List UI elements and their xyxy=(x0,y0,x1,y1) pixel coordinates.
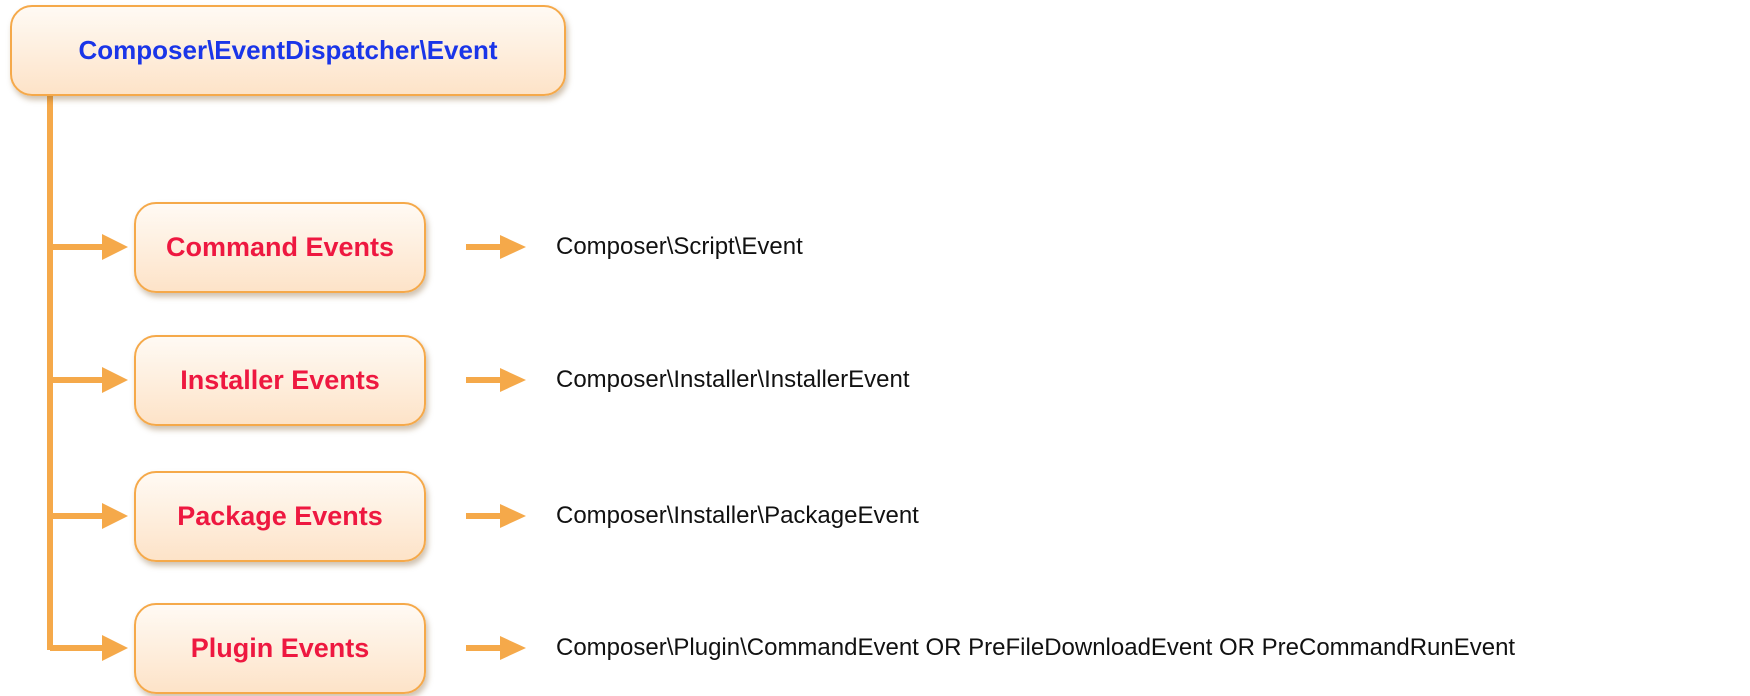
root-class-box: Composer\EventDispatcher\Event xyxy=(10,5,566,96)
category-box-package: Package Events xyxy=(134,471,426,562)
class-arrow-plugin xyxy=(466,636,526,660)
event-class-installer: Composer\Installer\InstallerEvent xyxy=(556,366,910,393)
class-arrow-installer xyxy=(466,368,526,392)
event-class-package: Composer\Installer\PackageEvent xyxy=(556,502,919,529)
category-label-command: Command Events xyxy=(165,232,395,262)
class-arrow-command xyxy=(466,235,526,259)
branch-arrow-installer xyxy=(50,367,128,393)
event-class-plugin: Composer\Plugin\CommandEvent OR PreFileD… xyxy=(556,634,1516,661)
event-class-command: Composer\Script\Event xyxy=(556,233,803,260)
category-box-command: Command Events xyxy=(134,202,426,293)
category-label-plugin: Plugin Events xyxy=(190,633,370,663)
category-label-installer: Installer Events xyxy=(180,365,380,395)
branch-arrow-command xyxy=(50,234,128,260)
category-box-plugin: Plugin Events xyxy=(134,603,426,694)
category-box-installer: Installer Events xyxy=(134,335,426,426)
class-arrow-package xyxy=(466,504,526,528)
root-class-label: Composer\EventDispatcher\Event xyxy=(78,35,498,65)
branch-arrow-plugin xyxy=(50,635,128,661)
branch-arrow-package xyxy=(50,503,128,529)
category-label-package: Package Events xyxy=(177,501,383,531)
